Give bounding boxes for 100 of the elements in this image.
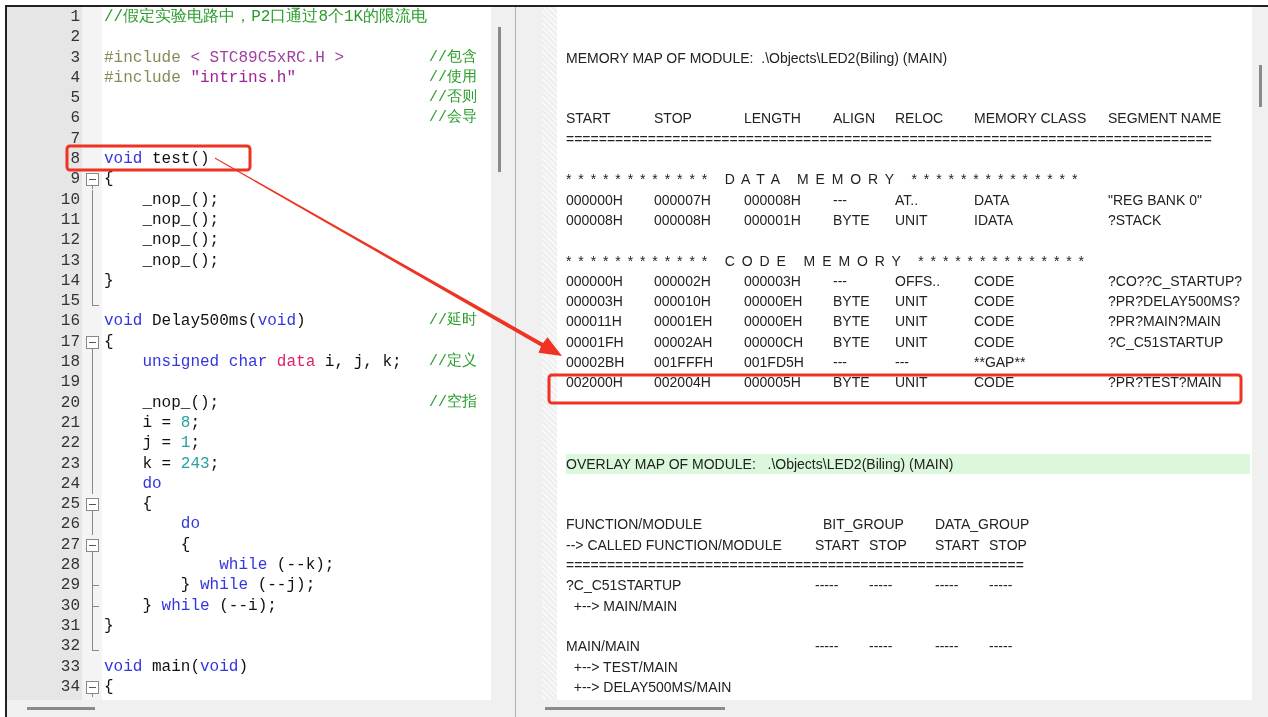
line-number: 17 bbox=[59, 331, 81, 353]
map-cell-text: 000003H bbox=[566, 292, 624, 312]
line-number: 22 bbox=[59, 433, 81, 454]
line-number: 33 bbox=[59, 656, 81, 677]
code-line: while (--k); bbox=[218, 555, 335, 576]
map-cell-text: ?PR?MAIN?MAIN bbox=[1108, 312, 1222, 332]
code-line: { bbox=[104, 331, 114, 353]
map-cell-text: 00001FH bbox=[566, 332, 625, 352]
map-cell-text: 001FD5H bbox=[744, 353, 805, 373]
line-number: 3 bbox=[69, 47, 81, 68]
map-cell-text: 00001EH bbox=[654, 312, 714, 332]
map-cell-text: ----- bbox=[869, 637, 894, 657]
line-number: 16 bbox=[59, 311, 81, 332]
code-line: i = 8; bbox=[141, 412, 201, 434]
code-line: void test() bbox=[104, 149, 210, 170]
map-cell-text: OFFS.. bbox=[895, 271, 942, 291]
line-number: 28 bbox=[59, 555, 81, 576]
map-cell-text: ?STACK bbox=[1108, 210, 1163, 230]
line-number: 11 bbox=[59, 209, 81, 231]
line-number: 31 bbox=[59, 615, 81, 637]
line-number: 12 bbox=[59, 230, 81, 251]
code-line: { bbox=[104, 676, 114, 698]
map-cell-text: START bbox=[815, 535, 861, 555]
map-cell-text: 000001H bbox=[744, 210, 802, 230]
map-cell-text: 000011H bbox=[566, 312, 623, 332]
map-cell-text: --- bbox=[833, 190, 848, 210]
map-cell-text: --- bbox=[833, 271, 848, 291]
map-cell-text: 00002BH bbox=[566, 353, 626, 373]
line-number: 24 bbox=[59, 473, 81, 495]
code-line: _nop_(); bbox=[141, 392, 220, 413]
line-number: 7 bbox=[69, 128, 81, 150]
line-number: 8 bbox=[69, 149, 81, 170]
map-cell-text: 00000EH bbox=[744, 312, 804, 332]
map-cell-text: 00000CH bbox=[744, 332, 805, 352]
line-number: 14 bbox=[59, 270, 81, 292]
map-text-line: +--> TEST/MAIN bbox=[572, 657, 679, 677]
map-cell-text: UNIT bbox=[895, 210, 929, 230]
code-line: } while (--i); bbox=[141, 595, 277, 616]
code-line: k = 243; bbox=[141, 453, 220, 474]
line-number: 2 bbox=[69, 27, 81, 48]
map-cell-text: START bbox=[935, 535, 981, 555]
code-line: //假定实验电路中，P2口通过8个1K的限流电 bbox=[104, 7, 428, 28]
code-comment: //使用 bbox=[429, 67, 477, 88]
map-cell-text: 000008H bbox=[744, 190, 802, 210]
map-cell-text: LENGTH bbox=[744, 109, 802, 129]
map-cell-text: SEGMENT NAME bbox=[1108, 109, 1223, 129]
code-comment: //空指 bbox=[429, 392, 477, 413]
map-cell-text: BIT_GROUP bbox=[822, 515, 905, 535]
scrollbar-thumb[interactable] bbox=[545, 707, 725, 710]
map-cell-text: CODE bbox=[974, 271, 1016, 291]
line-number: 5 bbox=[69, 88, 81, 109]
scrollbar-thumb[interactable] bbox=[497, 27, 501, 172]
line-number: 20 bbox=[59, 392, 81, 413]
map-cell-text: ----- bbox=[989, 576, 1014, 596]
map-cell-text: BYTE bbox=[833, 312, 871, 332]
map-cell-text: DATA bbox=[974, 190, 1011, 210]
code-line: #include < STC89C5xRC.H > bbox=[104, 47, 345, 68]
map-cell-text: ----- bbox=[989, 637, 1014, 657]
map-cell-text: --- bbox=[833, 353, 848, 373]
section-heading: * * * * * * * * * * * * D A T A M E M O R Y * * * * * * * * * * * * * * bbox=[566, 171, 1079, 188]
map-cell-text: STOP bbox=[869, 535, 908, 555]
code-line: } while (--j); bbox=[179, 575, 316, 596]
map-cell-text: 00000EH bbox=[744, 292, 804, 312]
scrollbar-thumb[interactable] bbox=[1258, 65, 1262, 107]
line-number: 1 bbox=[69, 7, 81, 28]
map-cell-text: UNIT bbox=[895, 312, 929, 332]
code-line: void Delay500ms(void) bbox=[104, 311, 306, 332]
map-cell-text: IDATA bbox=[974, 210, 1015, 230]
map-cell-text: 000000H bbox=[566, 190, 624, 210]
code-line: { bbox=[104, 169, 114, 190]
map-cell-text: ----- bbox=[869, 576, 894, 596]
map-cell-text: 001FFFH bbox=[654, 353, 715, 373]
line-number: 4 bbox=[69, 67, 81, 89]
map-cell-text: 000003H bbox=[744, 271, 802, 291]
map-cell-text: 002000H bbox=[566, 373, 624, 393]
map-text-line: +--> MAIN/MAIN bbox=[572, 596, 679, 616]
map-cell-text: 000005H bbox=[744, 373, 802, 393]
map-cell-text: ----- bbox=[935, 637, 960, 657]
code-comment: //否则 bbox=[429, 88, 477, 109]
line-number: 10 bbox=[59, 189, 81, 210]
code-line: j = 1; bbox=[141, 433, 201, 454]
line-number: 15 bbox=[59, 291, 81, 312]
map-cell-text: **GAP** bbox=[974, 353, 1027, 373]
map-cell-text: MAIN/MAIN bbox=[566, 637, 641, 657]
line-number: 32 bbox=[59, 636, 81, 657]
line-number: 21 bbox=[59, 412, 81, 434]
map-cell-text: 000008H bbox=[654, 210, 712, 230]
map-cell-text: 000010H bbox=[654, 292, 712, 312]
map-cell-text: AT.. bbox=[895, 190, 920, 210]
map-cell-text: "REG BANK 0" bbox=[1108, 190, 1203, 210]
scrollbar-thumb[interactable] bbox=[27, 707, 95, 710]
line-number: 29 bbox=[59, 575, 81, 596]
line-number: 30 bbox=[59, 595, 81, 616]
map-cell-text: CODE bbox=[974, 373, 1016, 393]
line-number: 18 bbox=[59, 352, 81, 373]
code-line: _nop_(); bbox=[141, 250, 220, 271]
line-number: 19 bbox=[59, 372, 81, 393]
map-cell-text: ALIGN bbox=[833, 109, 876, 129]
map-cell-text: BYTE bbox=[833, 210, 871, 230]
map-cell-text: CODE bbox=[974, 332, 1016, 352]
